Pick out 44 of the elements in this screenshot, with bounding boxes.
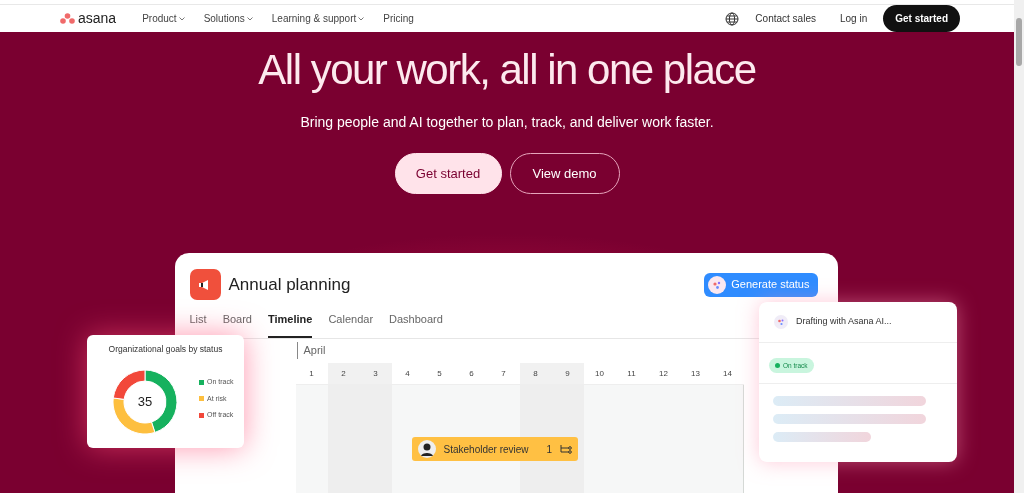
login-link[interactable]: Log in [839, 11, 868, 26]
logo-icon [60, 13, 75, 24]
nav-link[interactable]: Pricing [383, 11, 414, 26]
day-label: 5 [423, 362, 456, 385]
megaphone-icon [189, 269, 221, 300]
view-tab[interactable]: Timeline [268, 311, 313, 338]
day-label: 11 [615, 362, 648, 385]
sparkle-icon [708, 275, 727, 294]
contact-sales-link[interactable]: Contact sales [755, 11, 816, 26]
day-label: 2 [327, 362, 360, 385]
card-title: Organizational goals by status [107, 343, 224, 356]
nav-link[interactable]: Product [142, 11, 185, 26]
day-label: 3 [359, 362, 392, 385]
day-label: 9 [551, 362, 584, 385]
day-label: 12 [647, 362, 680, 385]
day-label: 14 [711, 362, 744, 385]
get-started-button[interactable]: Get started [883, 5, 960, 32]
logo-text[interactable]: asana [78, 8, 117, 29]
day-label: 4 [391, 362, 424, 385]
day-label: 6 [455, 362, 488, 385]
get-started-button[interactable]: Get started [394, 153, 502, 194]
day-label: 1 [295, 362, 328, 385]
view-tab[interactable]: Board [222, 311, 252, 338]
sparkle-icon [774, 315, 788, 329]
scrollbar[interactable] [1014, 0, 1024, 493]
day-label: 13 [679, 362, 712, 385]
day-label: 10 [583, 362, 616, 385]
hero-title: All your work, all in one place [258, 46, 756, 94]
view-tab[interactable]: Calendar [328, 311, 374, 338]
card-title: Drafting with Asana AI... [796, 315, 892, 329]
globe-icon[interactable] [725, 11, 740, 26]
day-label: 8 [519, 362, 552, 385]
total-count: 35 [137, 393, 153, 411]
nav-link[interactable]: Learning & support [271, 11, 365, 26]
view-tab[interactable]: Dashboard [389, 311, 443, 338]
nav-link[interactable]: Solutions [203, 11, 253, 26]
day-label: 7 [487, 362, 520, 385]
subtask-icon [560, 444, 573, 454]
hero-subtitle: Bring people and AI together to plan, track, and deliver work faster. [300, 113, 714, 132]
task-bar[interactable]: Stakeholder review 1 [411, 437, 579, 461]
avatar-icon [417, 440, 436, 458]
project-title: Annual planning [228, 273, 351, 296]
view-tab[interactable]: List [189, 311, 207, 338]
month-label: April [296, 342, 326, 359]
